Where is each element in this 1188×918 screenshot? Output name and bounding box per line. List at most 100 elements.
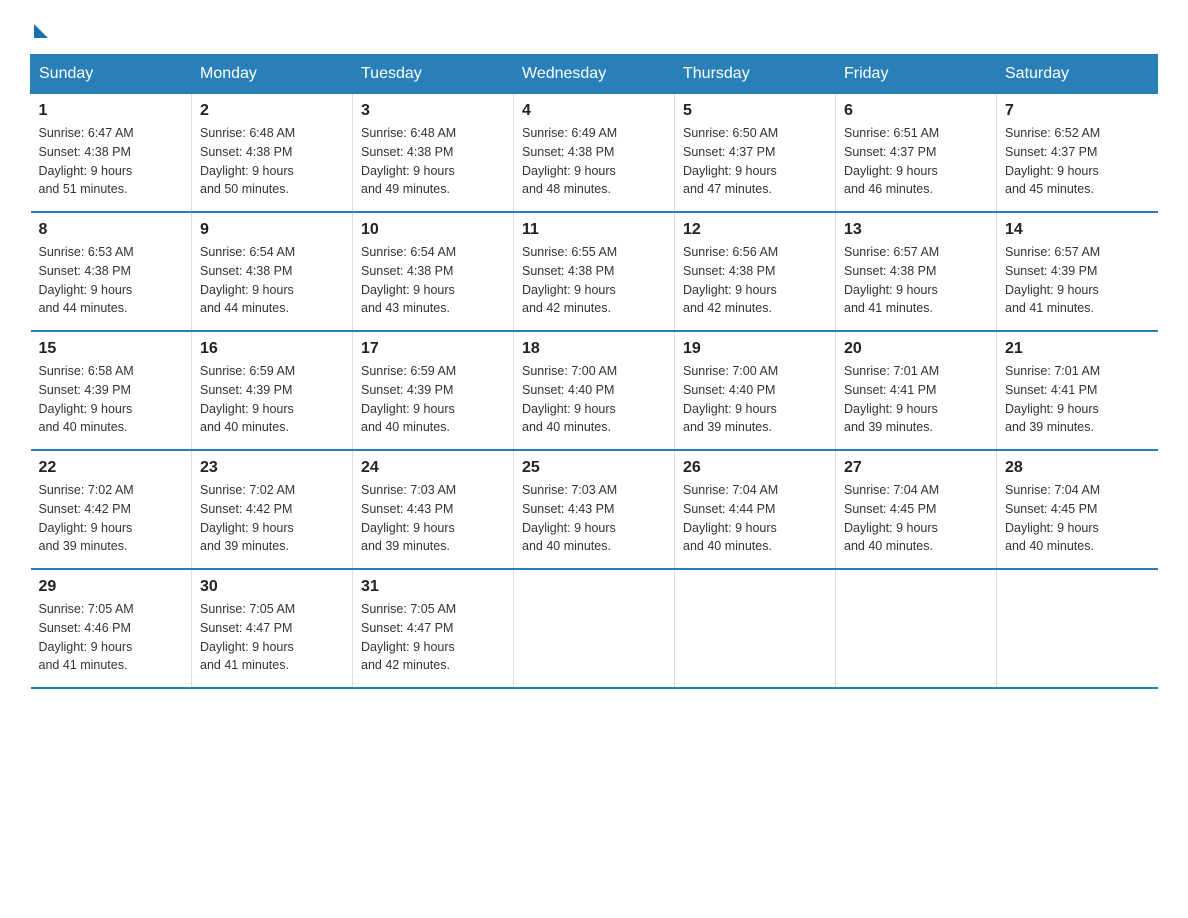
calendar-cell: 29 Sunrise: 7:05 AM Sunset: 4:46 PM Dayl… — [31, 569, 192, 688]
day-number: 21 — [1005, 340, 1150, 358]
week-row-3: 15 Sunrise: 6:58 AM Sunset: 4:39 PM Dayl… — [31, 331, 1158, 450]
calendar-cell: 25 Sunrise: 7:03 AM Sunset: 4:43 PM Dayl… — [514, 450, 675, 569]
day-info: Sunrise: 7:05 AM Sunset: 4:46 PM Dayligh… — [39, 600, 184, 675]
calendar-table: SundayMondayTuesdayWednesdayThursdayFrid… — [30, 54, 1158, 689]
day-info: Sunrise: 7:04 AM Sunset: 4:45 PM Dayligh… — [1005, 481, 1150, 556]
calendar-cell — [997, 569, 1158, 688]
day-number: 20 — [844, 340, 988, 358]
day-info: Sunrise: 6:50 AM Sunset: 4:37 PM Dayligh… — [683, 124, 827, 199]
day-info: Sunrise: 6:52 AM Sunset: 4:37 PM Dayligh… — [1005, 124, 1150, 199]
column-header-saturday: Saturday — [997, 55, 1158, 94]
calendar-cell: 28 Sunrise: 7:04 AM Sunset: 4:45 PM Dayl… — [997, 450, 1158, 569]
calendar-cell: 21 Sunrise: 7:01 AM Sunset: 4:41 PM Dayl… — [997, 331, 1158, 450]
calendar-cell: 3 Sunrise: 6:48 AM Sunset: 4:38 PM Dayli… — [353, 94, 514, 213]
day-info: Sunrise: 6:54 AM Sunset: 4:38 PM Dayligh… — [361, 243, 505, 318]
day-number: 14 — [1005, 221, 1150, 239]
day-info: Sunrise: 7:05 AM Sunset: 4:47 PM Dayligh… — [200, 600, 344, 675]
calendar-cell: 8 Sunrise: 6:53 AM Sunset: 4:38 PM Dayli… — [31, 212, 192, 331]
column-header-tuesday: Tuesday — [353, 55, 514, 94]
logo — [30, 20, 48, 34]
day-number: 31 — [361, 578, 505, 596]
day-number: 26 — [683, 459, 827, 477]
day-info: Sunrise: 7:04 AM Sunset: 4:44 PM Dayligh… — [683, 481, 827, 556]
calendar-cell: 26 Sunrise: 7:04 AM Sunset: 4:44 PM Dayl… — [675, 450, 836, 569]
day-info: Sunrise: 6:51 AM Sunset: 4:37 PM Dayligh… — [844, 124, 988, 199]
week-row-1: 1 Sunrise: 6:47 AM Sunset: 4:38 PM Dayli… — [31, 94, 1158, 213]
day-info: Sunrise: 6:59 AM Sunset: 4:39 PM Dayligh… — [361, 362, 505, 437]
day-info: Sunrise: 7:03 AM Sunset: 4:43 PM Dayligh… — [522, 481, 666, 556]
day-info: Sunrise: 7:00 AM Sunset: 4:40 PM Dayligh… — [522, 362, 666, 437]
column-header-monday: Monday — [192, 55, 353, 94]
logo-general — [30, 20, 48, 38]
day-number: 29 — [39, 578, 184, 596]
day-info: Sunrise: 6:58 AM Sunset: 4:39 PM Dayligh… — [39, 362, 184, 437]
week-row-5: 29 Sunrise: 7:05 AM Sunset: 4:46 PM Dayl… — [31, 569, 1158, 688]
day-info: Sunrise: 6:53 AM Sunset: 4:38 PM Dayligh… — [39, 243, 184, 318]
calendar-cell: 12 Sunrise: 6:56 AM Sunset: 4:38 PM Dayl… — [675, 212, 836, 331]
day-number: 11 — [522, 221, 666, 239]
day-number: 30 — [200, 578, 344, 596]
calendar-cell: 20 Sunrise: 7:01 AM Sunset: 4:41 PM Dayl… — [836, 331, 997, 450]
day-number: 16 — [200, 340, 344, 358]
day-info: Sunrise: 7:04 AM Sunset: 4:45 PM Dayligh… — [844, 481, 988, 556]
calendar-cell: 30 Sunrise: 7:05 AM Sunset: 4:47 PM Dayl… — [192, 569, 353, 688]
day-number: 23 — [200, 459, 344, 477]
column-header-thursday: Thursday — [675, 55, 836, 94]
page-header — [30, 20, 1158, 34]
logo-arrow-icon — [34, 24, 48, 38]
day-info: Sunrise: 7:05 AM Sunset: 4:47 PM Dayligh… — [361, 600, 505, 675]
calendar-cell: 11 Sunrise: 6:55 AM Sunset: 4:38 PM Dayl… — [514, 212, 675, 331]
day-number: 24 — [361, 459, 505, 477]
day-info: Sunrise: 6:47 AM Sunset: 4:38 PM Dayligh… — [39, 124, 184, 199]
day-info: Sunrise: 7:01 AM Sunset: 4:41 PM Dayligh… — [1005, 362, 1150, 437]
day-number: 8 — [39, 221, 184, 239]
calendar-cell: 15 Sunrise: 6:58 AM Sunset: 4:39 PM Dayl… — [31, 331, 192, 450]
calendar-cell: 24 Sunrise: 7:03 AM Sunset: 4:43 PM Dayl… — [353, 450, 514, 569]
day-info: Sunrise: 7:02 AM Sunset: 4:42 PM Dayligh… — [200, 481, 344, 556]
calendar-cell — [514, 569, 675, 688]
calendar-cell: 16 Sunrise: 6:59 AM Sunset: 4:39 PM Dayl… — [192, 331, 353, 450]
calendar-cell: 13 Sunrise: 6:57 AM Sunset: 4:38 PM Dayl… — [836, 212, 997, 331]
day-number: 27 — [844, 459, 988, 477]
calendar-cell: 1 Sunrise: 6:47 AM Sunset: 4:38 PM Dayli… — [31, 94, 192, 213]
calendar-cell: 9 Sunrise: 6:54 AM Sunset: 4:38 PM Dayli… — [192, 212, 353, 331]
day-info: Sunrise: 7:03 AM Sunset: 4:43 PM Dayligh… — [361, 481, 505, 556]
week-row-4: 22 Sunrise: 7:02 AM Sunset: 4:42 PM Dayl… — [31, 450, 1158, 569]
day-number: 1 — [39, 102, 184, 120]
calendar-cell: 10 Sunrise: 6:54 AM Sunset: 4:38 PM Dayl… — [353, 212, 514, 331]
day-info: Sunrise: 6:54 AM Sunset: 4:38 PM Dayligh… — [200, 243, 344, 318]
day-info: Sunrise: 7:00 AM Sunset: 4:40 PM Dayligh… — [683, 362, 827, 437]
day-info: Sunrise: 6:48 AM Sunset: 4:38 PM Dayligh… — [200, 124, 344, 199]
calendar-cell: 17 Sunrise: 6:59 AM Sunset: 4:39 PM Dayl… — [353, 331, 514, 450]
calendar-cell: 7 Sunrise: 6:52 AM Sunset: 4:37 PM Dayli… — [997, 94, 1158, 213]
column-header-wednesday: Wednesday — [514, 55, 675, 94]
week-row-2: 8 Sunrise: 6:53 AM Sunset: 4:38 PM Dayli… — [31, 212, 1158, 331]
calendar-cell: 23 Sunrise: 7:02 AM Sunset: 4:42 PM Dayl… — [192, 450, 353, 569]
day-info: Sunrise: 6:48 AM Sunset: 4:38 PM Dayligh… — [361, 124, 505, 199]
day-number: 5 — [683, 102, 827, 120]
column-header-sunday: Sunday — [31, 55, 192, 94]
calendar-cell — [675, 569, 836, 688]
day-number: 10 — [361, 221, 505, 239]
calendar-cell: 5 Sunrise: 6:50 AM Sunset: 4:37 PM Dayli… — [675, 94, 836, 213]
calendar-header-row: SundayMondayTuesdayWednesdayThursdayFrid… — [31, 55, 1158, 94]
day-info: Sunrise: 7:02 AM Sunset: 4:42 PM Dayligh… — [39, 481, 184, 556]
day-number: 6 — [844, 102, 988, 120]
day-number: 2 — [200, 102, 344, 120]
calendar-cell: 2 Sunrise: 6:48 AM Sunset: 4:38 PM Dayli… — [192, 94, 353, 213]
calendar-cell: 19 Sunrise: 7:00 AM Sunset: 4:40 PM Dayl… — [675, 331, 836, 450]
day-number: 22 — [39, 459, 184, 477]
calendar-cell: 22 Sunrise: 7:02 AM Sunset: 4:42 PM Dayl… — [31, 450, 192, 569]
calendar-cell: 4 Sunrise: 6:49 AM Sunset: 4:38 PM Dayli… — [514, 94, 675, 213]
day-number: 28 — [1005, 459, 1150, 477]
day-info: Sunrise: 6:55 AM Sunset: 4:38 PM Dayligh… — [522, 243, 666, 318]
calendar-cell: 6 Sunrise: 6:51 AM Sunset: 4:37 PM Dayli… — [836, 94, 997, 213]
calendar-cell: 31 Sunrise: 7:05 AM Sunset: 4:47 PM Dayl… — [353, 569, 514, 688]
day-number: 9 — [200, 221, 344, 239]
day-number: 18 — [522, 340, 666, 358]
day-info: Sunrise: 6:56 AM Sunset: 4:38 PM Dayligh… — [683, 243, 827, 318]
column-header-friday: Friday — [836, 55, 997, 94]
day-number: 3 — [361, 102, 505, 120]
day-number: 12 — [683, 221, 827, 239]
day-number: 13 — [844, 221, 988, 239]
